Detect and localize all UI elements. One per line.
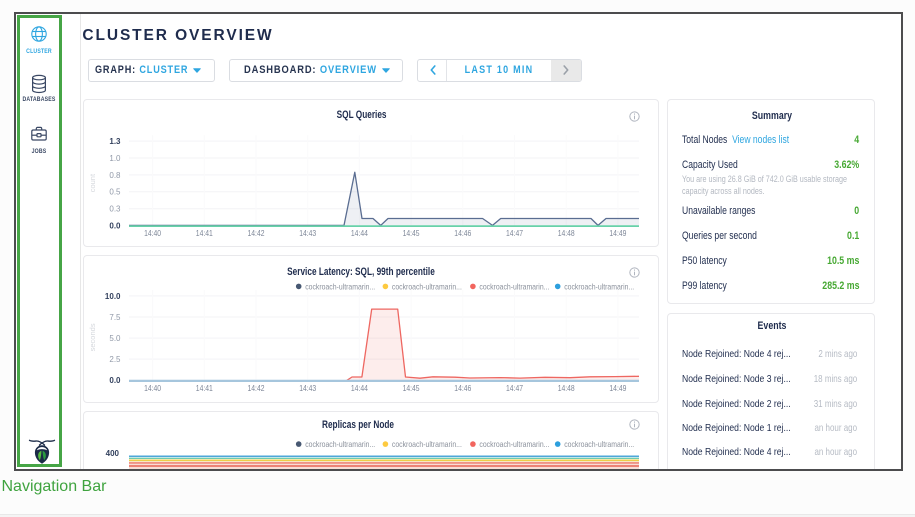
svg-text:cockroach-ultramarin...: cockroach-ultramarin...: [392, 281, 462, 291]
svg-text:14:45: 14:45: [403, 383, 420, 392]
svg-text:14:48: 14:48: [558, 383, 575, 392]
svg-text:400: 400: [106, 448, 120, 457]
svg-text:0.5: 0.5: [109, 187, 121, 196]
svg-text:14:44: 14:44: [351, 383, 368, 392]
svg-text:10.0: 10.0: [105, 291, 121, 300]
svg-text:14:40: 14:40: [144, 228, 161, 237]
svg-text:14:42: 14:42: [248, 228, 265, 237]
svg-text:cockroach-ultramarin...: cockroach-ultramarin...: [479, 281, 549, 291]
svg-text:14:42: 14:42: [248, 383, 265, 392]
svg-text:14:49: 14:49: [609, 228, 626, 237]
svg-text:14:45: 14:45: [403, 228, 420, 237]
svg-text:0.0: 0.0: [109, 221, 121, 230]
svg-text:cockroach-ultramarin...: cockroach-ultramarin...: [564, 439, 634, 449]
svg-text:0.3: 0.3: [109, 204, 121, 213]
svg-text:7.5: 7.5: [109, 312, 121, 321]
svg-text:14:47: 14:47: [506, 383, 523, 392]
svg-text:0.8: 0.8: [109, 170, 121, 179]
svg-text:1.3: 1.3: [109, 137, 121, 146]
svg-text:2.5: 2.5: [109, 355, 121, 364]
svg-text:cockroach-ultramarin...: cockroach-ultramarin...: [305, 439, 375, 449]
svg-text:cockroach-ultramarin...: cockroach-ultramarin...: [392, 439, 462, 449]
svg-text:14:41: 14:41: [196, 383, 213, 392]
svg-text:5.0: 5.0: [109, 334, 121, 343]
svg-text:14:48: 14:48: [558, 228, 575, 237]
svg-text:14:40: 14:40: [144, 383, 161, 392]
svg-text:cockroach-ultramarin...: cockroach-ultramarin...: [305, 281, 375, 291]
svg-text:14:49: 14:49: [609, 383, 626, 392]
svg-text:cockroach-ultramarin...: cockroach-ultramarin...: [479, 439, 549, 449]
svg-text:14:43: 14:43: [299, 228, 316, 237]
svg-text:cockroach-ultramarin...: cockroach-ultramarin...: [564, 281, 634, 291]
svg-text:14:41: 14:41: [196, 228, 213, 237]
svg-text:14:46: 14:46: [454, 228, 471, 237]
svg-text:1.0: 1.0: [109, 153, 121, 162]
svg-text:count: count: [88, 173, 97, 192]
svg-text:14:44: 14:44: [351, 228, 368, 237]
svg-text:seconds: seconds: [88, 323, 97, 351]
svg-text:14:47: 14:47: [506, 228, 523, 237]
svg-text:14:43: 14:43: [299, 383, 316, 392]
svg-text:0.0: 0.0: [109, 376, 121, 385]
svg-text:14:46: 14:46: [454, 383, 471, 392]
